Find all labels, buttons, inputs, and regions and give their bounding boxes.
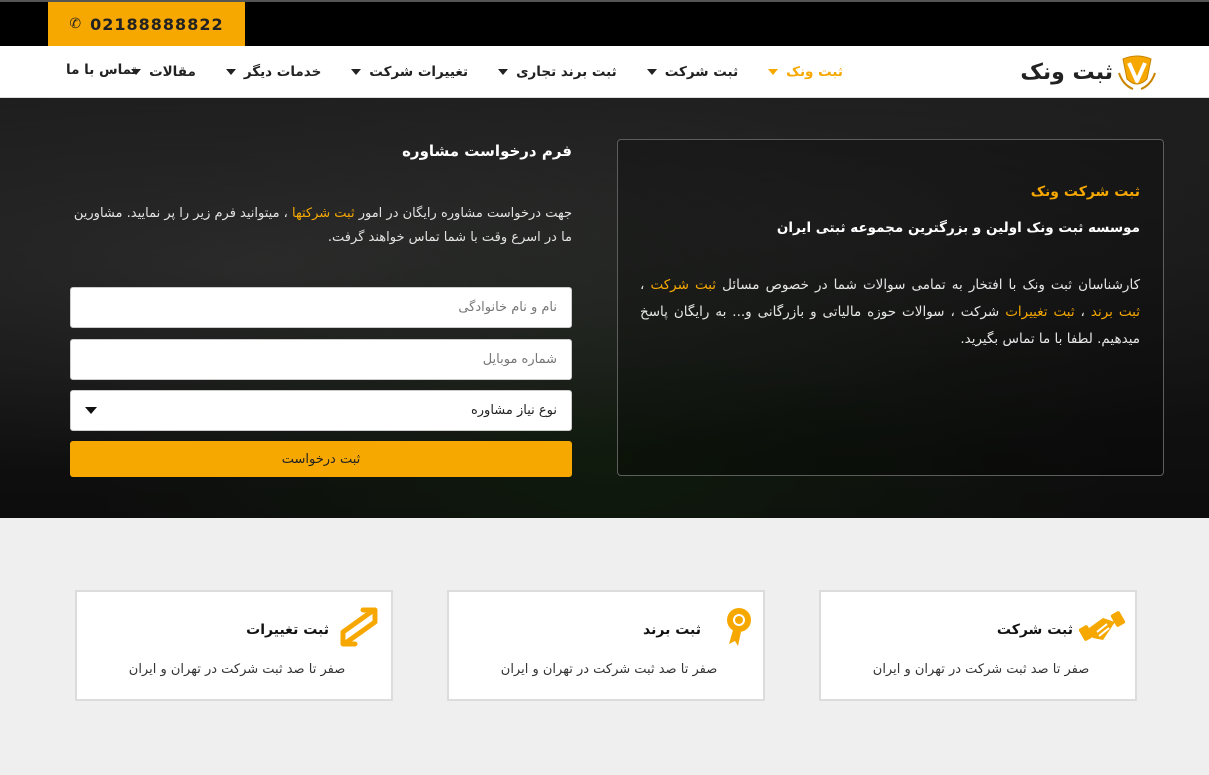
- info-body: کارشناسان ثبت ونک با افتخار به تمامی سوا…: [640, 272, 1140, 353]
- chevron-down-icon: [351, 69, 362, 75]
- link-company-registration[interactable]: ثبت شرکت: [650, 277, 716, 293]
- nav-item-sabt-vanak[interactable]: ثبت ونک: [768, 64, 843, 80]
- nav-item-other-services[interactable]: خدمات دیگر: [225, 64, 322, 80]
- chevron-down-icon: [498, 69, 509, 75]
- chevron-down-icon: [225, 69, 236, 75]
- info-text: ،: [640, 277, 651, 293]
- nav-item-label: ثبت ونک: [786, 64, 843, 80]
- main-nav: ثبت ونک ثبت ونک ثبت شرکت ثبت برند تجاری …: [0, 46, 1209, 98]
- chevron-down-icon: [768, 69, 779, 75]
- nav-item-company-changes[interactable]: تغییرات شرکت: [351, 64, 468, 80]
- info-text: کارشناسان ثبت ونک با افتخار به تمامی سوا…: [716, 277, 1140, 293]
- service-card-company[interactable]: ثبت شرکت صفر تا صد ثبت شرکت در تهران و ا…: [819, 590, 1137, 701]
- nav-item-label: خدمات دیگر: [243, 64, 322, 80]
- nav-item-label: ثبت شرکت: [664, 64, 739, 80]
- phone-number: 02188888822: [90, 14, 224, 34]
- phone-button[interactable]: ✆ 02188888822: [48, 2, 245, 46]
- card-description: صفر تا صد ثبت شرکت در تهران و ایران: [128, 662, 346, 677]
- consultation-type-select[interactable]: نوع نیاز مشاوره: [70, 390, 572, 431]
- nav-item-label: ثبت برند تجاری: [516, 64, 617, 80]
- info-text: ،: [1074, 304, 1091, 320]
- link-brand-registration[interactable]: ثبت برند: [1091, 304, 1140, 320]
- nav-menu: ثبت ونک ثبت شرکت ثبت برند تجاری تغییرات …: [131, 46, 843, 98]
- link-changes-registration[interactable]: ثبت تغییرات: [1005, 304, 1074, 320]
- nav-item-company-registration[interactable]: ثبت شرکت: [646, 64, 739, 80]
- nav-item-brand-registration[interactable]: ثبت برند تجاری: [498, 64, 617, 80]
- nav-item-contact[interactable]: تماس با ما: [66, 62, 137, 78]
- card-description: صفر تا صد ثبت شرکت در تهران و ایران: [872, 662, 1090, 677]
- logo-text: ثبت ونک: [1020, 59, 1113, 85]
- service-card-changes[interactable]: ثبت تغییرات صفر تا صد ثبت شرکت در تهران …: [75, 590, 393, 701]
- phone-icon: ✆: [69, 16, 83, 32]
- top-bar: ✆ 02188888822: [0, 0, 1209, 46]
- card-title: ثبت برند: [643, 622, 701, 638]
- exchange-arrows-icon: [340, 607, 378, 647]
- submit-button[interactable]: ثبت درخواست: [70, 441, 572, 477]
- handshake-icon: [1079, 611, 1126, 641]
- nav-item-articles[interactable]: مقالات: [131, 64, 196, 80]
- form-desc-text: جهت درخواست مشاوره رایگان در امور: [354, 206, 572, 221]
- logo-badge-icon: [1118, 55, 1156, 90]
- mobile-field[interactable]: شماره موبایل: [70, 339, 572, 380]
- logo[interactable]: ثبت ونک: [1020, 52, 1157, 92]
- nav-item-label: مقالات: [149, 64, 196, 80]
- link-company-registrations[interactable]: ثبت شرکتها: [292, 206, 355, 221]
- form-description: جهت درخواست مشاوره رایگان در امور ثبت شر…: [70, 202, 572, 250]
- chevron-down-icon: [85, 407, 97, 414]
- chevron-down-icon: [646, 69, 657, 75]
- select-value: نوع نیاز مشاوره: [470, 403, 557, 418]
- hero-section: ثبت شرکت ونک موسسه ثبت ونک اولین و بزرگت…: [0, 98, 1209, 518]
- award-badge-icon: [727, 608, 751, 646]
- info-card: ثبت شرکت ونک موسسه ثبت ونک اولین و بزرگت…: [617, 139, 1164, 476]
- name-field[interactable]: نام و نام خانوادگی: [70, 287, 572, 328]
- consultation-form: فرم درخواست مشاوره جهت درخواست مشاوره را…: [70, 98, 572, 518]
- info-subtitle: موسسه ثبت ونک اولین و بزرگترین مجموعه ثب…: [776, 220, 1140, 236]
- nav-item-label: تغییرات شرکت: [369, 64, 469, 80]
- card-title: ثبت شرکت: [996, 622, 1073, 638]
- card-title: ثبت تغییرات: [246, 622, 329, 638]
- service-card-brand[interactable]: ثبت برند صفر تا صد ثبت شرکت در تهران و ا…: [447, 590, 765, 701]
- info-title: ثبت شرکت ونک: [1030, 184, 1140, 200]
- card-description: صفر تا صد ثبت شرکت در تهران و ایران: [500, 662, 718, 677]
- form-title: فرم درخواست مشاوره: [402, 142, 572, 160]
